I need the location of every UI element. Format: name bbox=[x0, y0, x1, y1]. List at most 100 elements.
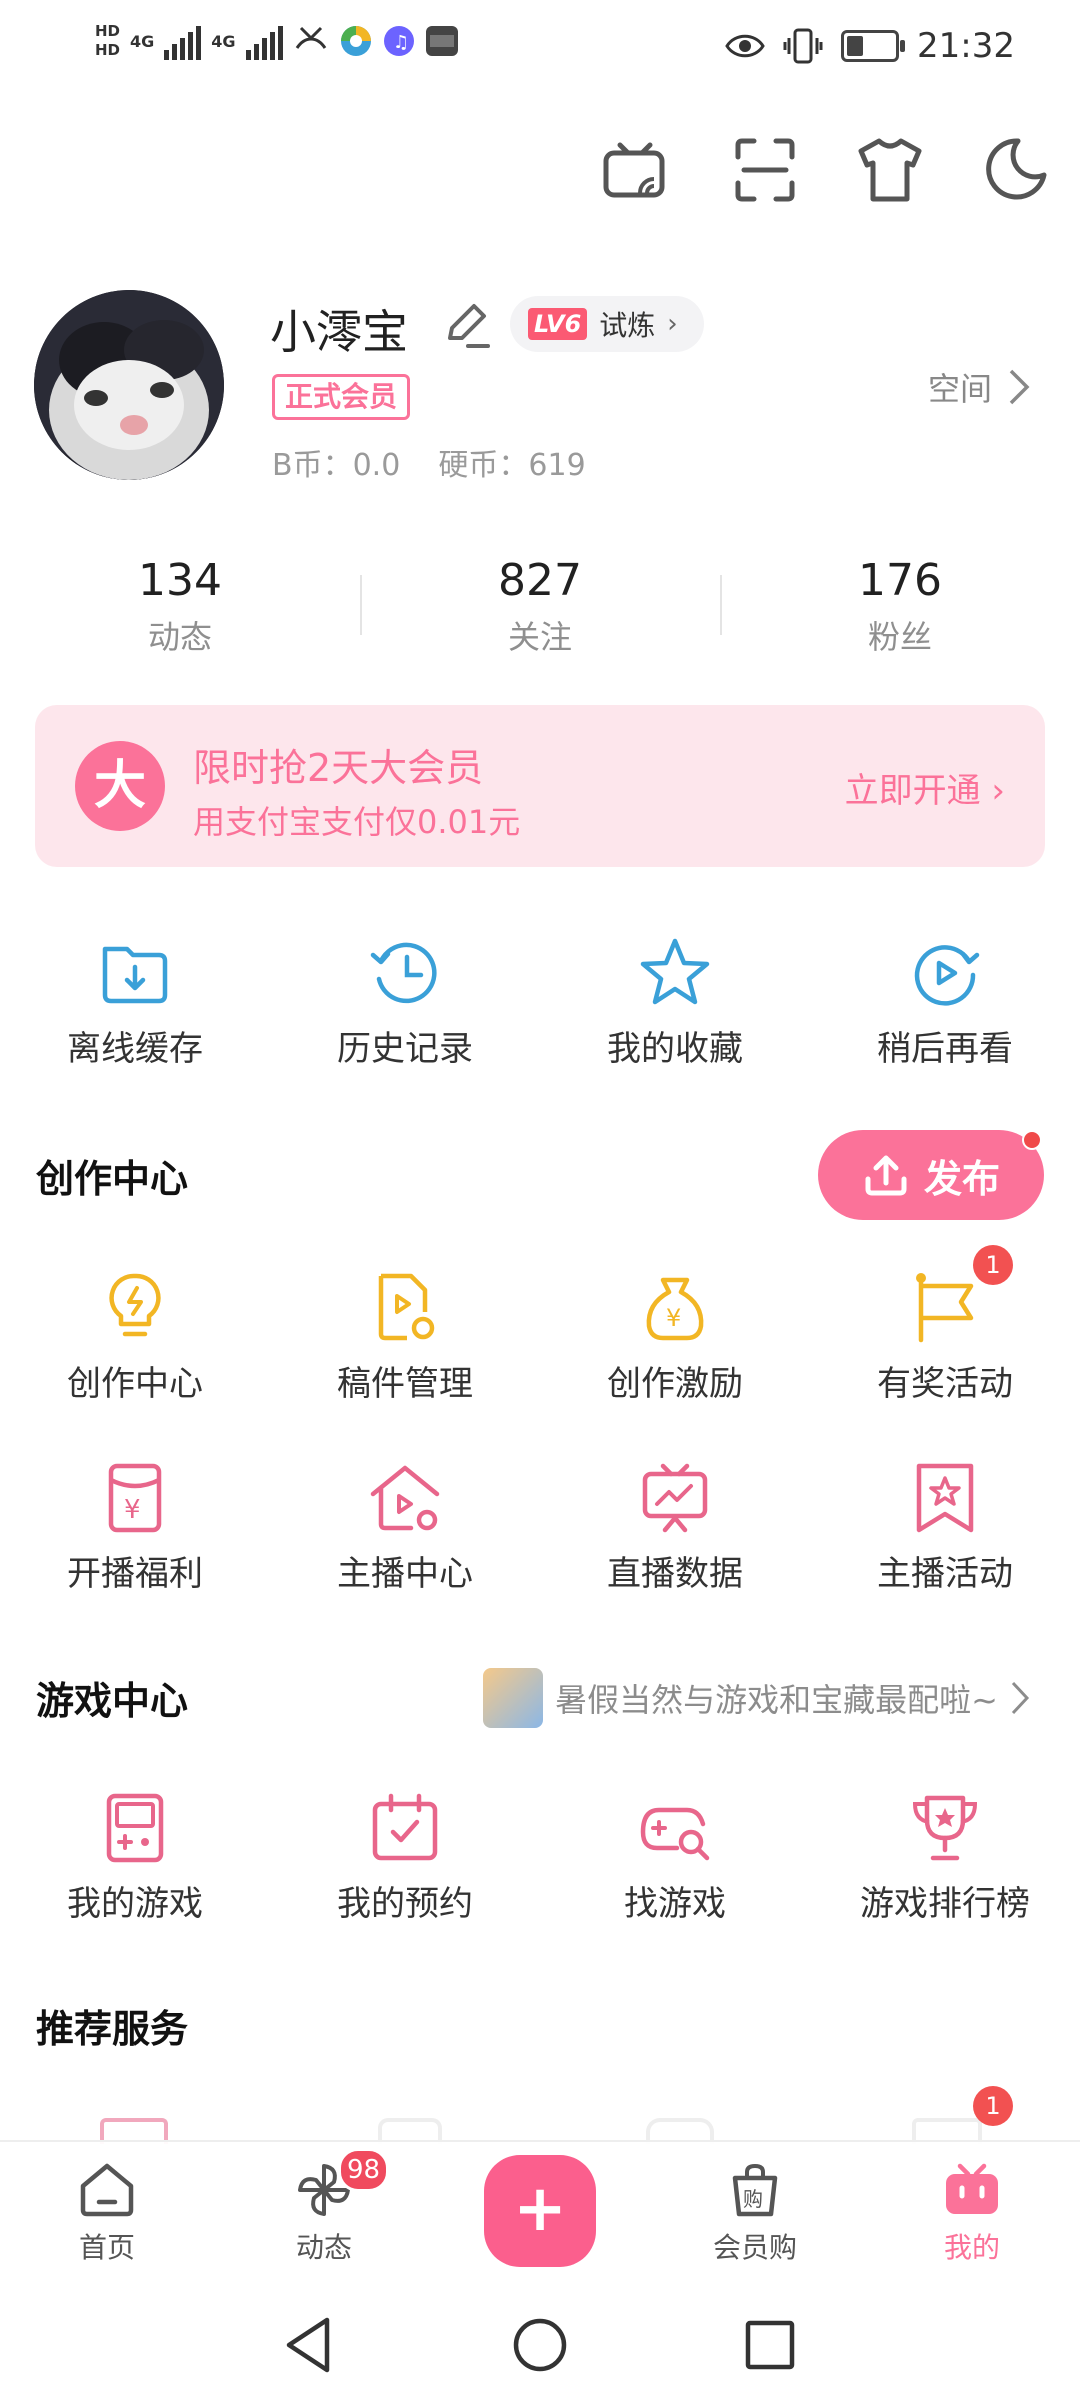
quick-favorites[interactable]: 我的收藏 bbox=[540, 935, 810, 1070]
space-label: 空间 bbox=[927, 370, 992, 408]
nav-label: 我的 bbox=[943, 2231, 1000, 2264]
banner-cta[interactable]: 立即开通 › bbox=[845, 763, 1005, 812]
network-type-1: 4G bbox=[130, 31, 155, 51]
streamer-home-icon bbox=[370, 1465, 440, 1531]
avatar-cat-image bbox=[34, 290, 224, 480]
streamer-activities[interactable]: 主播活动 bbox=[810, 1460, 1080, 1595]
nav-label: 会员购 bbox=[712, 2231, 797, 2264]
moon-icon[interactable] bbox=[980, 135, 1050, 205]
quick-label: 离线缓存 bbox=[67, 1029, 203, 1069]
creation-label: 创作中心 bbox=[67, 1364, 203, 1404]
creation-label: 创作激励 bbox=[607, 1364, 743, 1404]
missed-call-icon bbox=[295, 26, 326, 49]
stat-dynamic[interactable]: 134 动态 bbox=[0, 555, 360, 658]
watch-later-icon bbox=[914, 945, 980, 1006]
stat-value: 827 bbox=[498, 555, 582, 606]
scan-icon[interactable] bbox=[730, 135, 800, 205]
live-data[interactable]: 直播数据 bbox=[540, 1460, 810, 1595]
game-label: 我的游戏 bbox=[67, 1884, 203, 1924]
back-triangle-icon[interactable] bbox=[275, 2310, 345, 2380]
svg-text:♫: ♫ bbox=[393, 32, 409, 53]
download-folder-icon bbox=[102, 946, 168, 1004]
home-icon bbox=[80, 2163, 134, 2217]
svg-text:购: 购 bbox=[743, 2187, 763, 2211]
nav-vip-shop[interactable]: 购 会员购 bbox=[685, 2160, 825, 2266]
avatar[interactable] bbox=[34, 290, 224, 480]
game-promo-thumbnail bbox=[483, 1668, 544, 1728]
stat-value: 176 bbox=[858, 555, 942, 606]
vip-promo-banner[interactable]: 大 限时抢2天大会员 用支付宝支付仅0.01元 立即开通 › bbox=[35, 705, 1045, 867]
find-games[interactable]: 找游戏 bbox=[540, 1790, 810, 1925]
live-data-icon bbox=[642, 1463, 708, 1533]
section-title-creation: 创作中心 bbox=[36, 1157, 189, 1201]
quick-label: 稍后再看 bbox=[877, 1029, 1013, 1069]
publish-button[interactable]: 发布 bbox=[818, 1130, 1044, 1220]
network-type-2: 4G bbox=[211, 31, 236, 51]
vip-big-icon: 大 bbox=[75, 741, 165, 831]
notification-badge: 1 bbox=[973, 1245, 1013, 1285]
game-rankings[interactable]: 游戏排行榜 bbox=[810, 1790, 1080, 1925]
tv-mascot-icon bbox=[946, 2163, 998, 2214]
manuscript-management[interactable]: 稿件管理 bbox=[270, 1270, 540, 1405]
my-games[interactable]: 我的游戏 bbox=[0, 1790, 270, 1925]
quick-offline-cache[interactable]: 离线缓存 bbox=[0, 935, 270, 1070]
game-promo-link[interactable]: 暑假当然与游戏和宝藏最配啦~ bbox=[483, 1668, 1030, 1728]
flag-icon bbox=[916, 1273, 974, 1343]
chevron-right-icon bbox=[1009, 369, 1030, 405]
music-app-icon: ♫ bbox=[383, 26, 414, 56]
creation-incentive[interactable]: ¥ 创作激励 bbox=[540, 1270, 810, 1405]
signal-icon bbox=[164, 22, 202, 60]
prize-activities[interactable]: 有奖活动 bbox=[810, 1270, 1080, 1405]
stat-label: 粉丝 bbox=[867, 618, 932, 656]
create-plus-button[interactable]: + bbox=[484, 2155, 596, 2267]
svg-text:¥: ¥ bbox=[666, 1304, 681, 1332]
level-badge: LV6 bbox=[528, 308, 588, 340]
recents-square-icon[interactable] bbox=[735, 2310, 805, 2380]
upload-icon bbox=[865, 1155, 907, 1196]
my-reservations[interactable]: 我的预约 bbox=[270, 1790, 540, 1925]
username[interactable]: 小澪宝 bbox=[270, 296, 408, 362]
gamepad-search-icon bbox=[640, 1807, 710, 1861]
home-circle-icon[interactable] bbox=[505, 2310, 575, 2380]
game-label: 游戏排行榜 bbox=[860, 1884, 1030, 1924]
stat-following[interactable]: 827 关注 bbox=[360, 555, 720, 658]
stat-label: 动态 bbox=[147, 618, 212, 656]
section-title-recommend: 推荐服务 bbox=[36, 2007, 189, 2051]
hd2-text: HD bbox=[95, 41, 121, 59]
level-chip[interactable]: LV6 试炼 › bbox=[510, 296, 704, 352]
streaming-benefits[interactable]: ¥ 开播福利 bbox=[0, 1460, 270, 1595]
streamer-center[interactable]: 主播中心 bbox=[270, 1460, 540, 1595]
creation-center[interactable]: 创作中心 bbox=[0, 1270, 270, 1405]
money-bag-icon: ¥ bbox=[646, 1277, 704, 1341]
svg-text:¥: ¥ bbox=[124, 1495, 141, 1525]
stat-fans[interactable]: 176 粉丝 bbox=[720, 555, 1080, 658]
notification-badge: 1 bbox=[973, 2086, 1013, 2126]
nav-mine[interactable]: 我的 bbox=[902, 2160, 1042, 2266]
nav-home[interactable]: 首页 bbox=[37, 2160, 177, 2266]
edit-pencil-icon[interactable] bbox=[440, 300, 490, 350]
chevron-right-icon bbox=[1011, 1681, 1030, 1715]
gameboy-icon bbox=[106, 1793, 164, 1863]
trophy-icon bbox=[912, 1795, 978, 1861]
section-title-game: 游戏中心 bbox=[36, 1679, 189, 1723]
vibrate-icon bbox=[783, 28, 823, 64]
game-label: 找游戏 bbox=[624, 1884, 726, 1924]
battery-icon bbox=[841, 30, 906, 62]
shirt-icon[interactable] bbox=[855, 135, 925, 205]
history-clock-icon bbox=[370, 942, 437, 1004]
quick-history[interactable]: 历史记录 bbox=[270, 935, 540, 1070]
nav-label: 动态 bbox=[295, 2231, 352, 2264]
nav-label: 首页 bbox=[78, 2231, 135, 2264]
creation-label: 稿件管理 bbox=[337, 1364, 473, 1404]
game-label: 我的预约 bbox=[337, 1884, 473, 1924]
hd1-text: HD bbox=[95, 22, 121, 40]
tv-cast-icon[interactable] bbox=[600, 135, 670, 205]
publish-red-dot bbox=[1022, 1130, 1042, 1150]
calendar-check-icon bbox=[372, 1793, 438, 1861]
creation-label: 有奖活动 bbox=[877, 1364, 1013, 1404]
quick-watch-later[interactable]: 稍后再看 bbox=[810, 935, 1080, 1070]
space-link[interactable]: 空间 bbox=[928, 364, 1030, 410]
game-promo-text: 暑假当然与游戏和宝藏最配啦~ bbox=[555, 1681, 998, 1719]
dynamic-badge: 98 bbox=[338, 2148, 390, 2192]
shopping-bag-icon: 购 bbox=[732, 2163, 778, 2217]
